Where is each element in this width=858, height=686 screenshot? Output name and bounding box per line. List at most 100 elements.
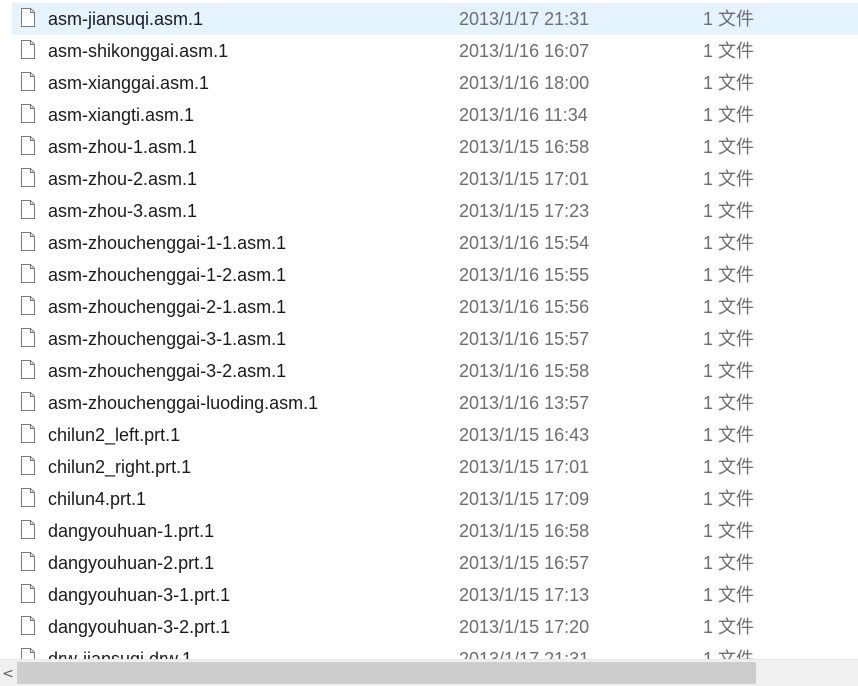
file-name[interactable]: asm-zhouchenggai-2-1.asm.1 — [48, 291, 286, 323]
file-icon — [21, 40, 35, 59]
file-type: 1 文件 — [703, 9, 755, 29]
file-type: 1 文件 — [703, 521, 755, 541]
file-list: asm-jiansuqi.asm.1 2013/1/17 21:31 1 文件 asm… — [0, 3, 858, 675]
file-type: 1 文件 — [703, 553, 755, 573]
file-date-modified: 2013/1/16 13:57 — [459, 393, 590, 413]
file-name[interactable]: asm-zhouchenggai-3-2.asm.1 — [48, 355, 286, 387]
file-date-modified: 2013/1/15 17:01 — [459, 169, 590, 189]
file-row[interactable]: asm-zhouchenggai-1-2.asm.1 2013/1/16 15:5… — [0, 259, 858, 291]
file-date-modified: 2013/1/17 21:31 — [459, 9, 590, 29]
file-date-modified: 2013/1/15 17:13 — [459, 585, 590, 605]
file-name[interactable]: asm-shikonggai.asm.1 — [48, 35, 228, 67]
file-date-modified: 2013/1/15 17:20 — [459, 617, 590, 637]
file-icon — [21, 616, 35, 635]
file-row[interactable]: dangyouhuan-3-1.prt.1 2013/1/15 17:13 1 文件 — [0, 579, 858, 611]
file-type: 1 文件 — [703, 457, 755, 477]
scrollbar-thumb[interactable] — [17, 662, 756, 684]
file-date-modified: 2013/1/15 16:58 — [459, 521, 590, 541]
file-type: 1 文件 — [703, 137, 755, 157]
file-icon — [21, 392, 35, 411]
file-type: 1 文件 — [703, 265, 755, 285]
file-date-modified: 2013/1/15 16:43 — [459, 425, 590, 445]
file-type: 1 文件 — [703, 105, 755, 125]
file-row[interactable]: asm-shikonggai.asm.1 2013/1/16 16:07 1 文件 — [0, 35, 858, 67]
file-date-modified: 2013/1/15 17:01 — [459, 457, 590, 477]
file-type: 1 文件 — [703, 585, 755, 605]
file-name[interactable]: chilun2_left.prt.1 — [48, 419, 180, 451]
file-row[interactable]: asm-zhouchenggai-3-1.asm.1 2013/1/16 15:5… — [0, 323, 858, 355]
file-icon — [21, 296, 35, 315]
file-row[interactable]: dangyouhuan-2.prt.1 2013/1/15 16:57 1 文件 — [0, 547, 858, 579]
file-type: 1 文件 — [703, 489, 755, 509]
file-icon — [21, 520, 35, 539]
file-type: 1 文件 — [703, 233, 755, 253]
file-icon — [21, 584, 35, 603]
file-row[interactable]: asm-zhou-3.asm.1 2013/1/15 17:23 1 文件 — [0, 195, 858, 227]
file-row[interactable]: asm-xianggai.asm.1 2013/1/16 18:00 1 文件 — [0, 67, 858, 99]
file-name[interactable]: asm-zhouchenggai-luoding.asm.1 — [48, 387, 318, 419]
file-date-modified: 2013/1/16 15:58 — [459, 361, 590, 381]
file-row[interactable]: asm-jiansuqi.asm.1 2013/1/17 21:31 1 文件 — [0, 3, 858, 35]
file-icon — [21, 8, 35, 27]
file-name[interactable]: asm-zhou-2.asm.1 — [48, 163, 197, 195]
file-name[interactable]: asm-jiansuqi.asm.1 — [48, 3, 203, 35]
file-date-modified: 2013/1/15 16:58 — [459, 137, 590, 157]
file-row[interactable]: asm-zhouchenggai-1-1.asm.1 2013/1/16 15:5… — [0, 227, 858, 259]
file-row[interactable]: asm-xiangti.asm.1 2013/1/16 11:34 1 文件 — [0, 99, 858, 131]
file-type: 1 文件 — [703, 329, 755, 349]
file-name[interactable]: asm-zhou-3.asm.1 — [48, 195, 197, 227]
file-row[interactable]: dangyouhuan-1.prt.1 2013/1/15 16:58 1 文件 — [0, 515, 858, 547]
file-row[interactable]: asm-zhouchenggai-3-2.asm.1 2013/1/16 15:5… — [0, 355, 858, 387]
file-type: 1 文件 — [703, 41, 755, 61]
chevron-left-icon[interactable]: < — [0, 660, 16, 686]
file-icon — [21, 72, 35, 91]
file-icon — [21, 552, 35, 571]
file-icon — [21, 168, 35, 187]
file-icon — [21, 360, 35, 379]
file-date-modified: 2013/1/16 16:07 — [459, 41, 590, 61]
file-icon — [21, 104, 35, 123]
file-name[interactable]: dangyouhuan-3-1.prt.1 — [48, 579, 230, 611]
file-type: 1 文件 — [703, 201, 755, 221]
file-row[interactable]: chilun2_right.prt.1 2013/1/15 17:01 1 文件 — [0, 451, 858, 483]
file-name[interactable]: asm-xiangti.asm.1 — [48, 99, 194, 131]
file-name[interactable]: chilun2_right.prt.1 — [48, 451, 191, 483]
file-icon — [21, 328, 35, 347]
file-date-modified: 2013/1/16 15:57 — [459, 329, 590, 349]
file-name[interactable]: asm-zhouchenggai-1-1.asm.1 — [48, 227, 286, 259]
file-name[interactable]: dangyouhuan-2.prt.1 — [48, 547, 214, 579]
file-icon — [21, 264, 35, 283]
file-type: 1 文件 — [703, 393, 755, 413]
file-row[interactable]: asm-zhouchenggai-luoding.asm.1 2013/1/16 … — [0, 387, 858, 419]
file-name[interactable]: dangyouhuan-1.prt.1 — [48, 515, 214, 547]
file-row[interactable]: chilun2_left.prt.1 2013/1/15 16:43 1 文件 — [0, 419, 858, 451]
file-row[interactable]: asm-zhouchenggai-2-1.asm.1 2013/1/16 15:5… — [0, 291, 858, 323]
file-name[interactable]: asm-xianggai.asm.1 — [48, 67, 209, 99]
file-row[interactable]: asm-zhou-2.asm.1 2013/1/15 17:01 1 文件 — [0, 163, 858, 195]
file-icon — [21, 232, 35, 251]
file-icon — [21, 424, 35, 443]
horizontal-scrollbar[interactable]: < — [0, 659, 858, 686]
file-type: 1 文件 — [703, 425, 755, 445]
file-icon — [21, 488, 35, 507]
file-date-modified: 2013/1/15 17:09 — [459, 489, 590, 509]
file-name[interactable]: asm-zhouchenggai-3-1.asm.1 — [48, 323, 286, 355]
file-type: 1 文件 — [703, 617, 755, 637]
file-date-modified: 2013/1/16 15:55 — [459, 265, 590, 285]
file-row[interactable]: chilun4.prt.1 2013/1/15 17:09 1 文件 — [0, 483, 858, 515]
file-date-modified: 2013/1/15 17:23 — [459, 201, 590, 221]
file-type: 1 文件 — [703, 361, 755, 381]
file-icon — [21, 136, 35, 155]
file-date-modified: 2013/1/16 15:54 — [459, 233, 590, 253]
file-name[interactable]: chilun4.prt.1 — [48, 483, 146, 515]
file-name[interactable]: asm-zhou-1.asm.1 — [48, 131, 197, 163]
file-date-modified: 2013/1/15 16:57 — [459, 553, 590, 573]
file-row[interactable]: dangyouhuan-3-2.prt.1 2013/1/15 17:20 1 文件 — [0, 611, 858, 643]
file-icon — [21, 200, 35, 219]
file-explorer-view: asm-jiansuqi.asm.1 2013/1/17 21:31 1 文件 asm… — [0, 0, 858, 686]
file-date-modified: 2013/1/16 11:34 — [459, 105, 588, 125]
file-name[interactable]: asm-zhouchenggai-1-2.asm.1 — [48, 259, 286, 291]
file-row[interactable]: asm-zhou-1.asm.1 2013/1/15 16:58 1 文件 — [0, 131, 858, 163]
file-name[interactable]: dangyouhuan-3-2.prt.1 — [48, 611, 230, 643]
file-icon — [21, 456, 35, 475]
